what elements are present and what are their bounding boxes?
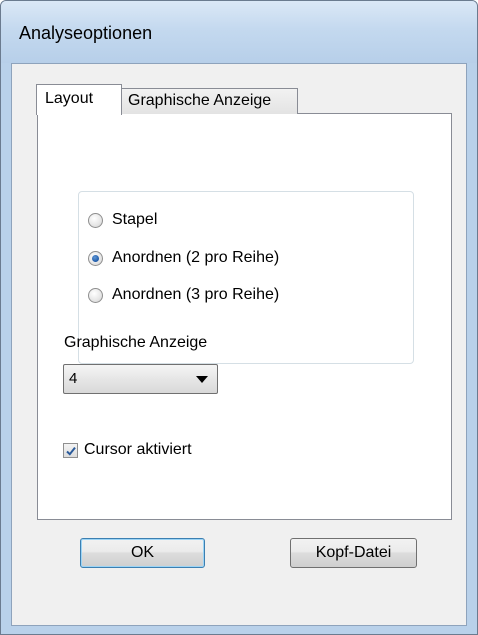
checkmark-icon <box>66 446 76 456</box>
radio-button-selected-icon[interactable] <box>88 250 103 266</box>
graphical-display-select[interactable]: 4 <box>63 364 218 394</box>
graphical-display-label: Graphische Anzeige <box>64 334 208 351</box>
header-file-button-label: Kopf-Datei <box>315 544 392 561</box>
checkbox-checked-icon[interactable] <box>63 442 78 458</box>
radio-arrange-3-label: Anordnen (3 pro Reihe) <box>112 286 280 303</box>
ok-button-label: OK <box>130 544 155 561</box>
radio-stack[interactable]: Stapel <box>88 209 157 231</box>
radio-button-icon[interactable] <box>88 287 103 303</box>
radio-arrange-2-label: Anordnen (2 pro Reihe) <box>112 249 280 266</box>
ok-button[interactable]: OK <box>80 538 205 568</box>
radio-arrange-3-per-row[interactable]: Anordnen (3 pro Reihe) <box>88 284 279 306</box>
tab-layout-label: Layout <box>45 90 94 107</box>
dialog-window: Analyseoptionen Layout Graphische Anzeig… <box>0 0 478 635</box>
radio-arrange-2-per-row[interactable]: Anordnen (2 pro Reihe) <box>88 247 279 269</box>
tab-panel-layout: Stapel Anordnen (2 pro Reihe) Anordnen (… <box>37 113 452 520</box>
cursor-enabled-checkbox[interactable]: Cursor aktiviert <box>63 439 192 461</box>
cursor-enabled-label: Cursor aktiviert <box>84 441 192 458</box>
radio-button-icon[interactable] <box>88 212 103 228</box>
radio-dot-icon <box>92 254 99 262</box>
chevron-down-icon <box>196 376 208 383</box>
tab-graphical-display-label: Graphische Anzeige <box>128 92 272 109</box>
graphical-display-value: 4 <box>69 370 78 387</box>
dialog-body: Layout Graphische Anzeige Stapel Anordne… <box>11 63 467 626</box>
radio-stack-label: Stapel <box>112 211 158 228</box>
window-title: Analyseoptionen <box>19 23 153 43</box>
header-file-button[interactable]: Kopf-Datei <box>290 538 417 568</box>
title-bar[interactable]: Analyseoptionen <box>1 1 477 63</box>
tab-layout[interactable]: Layout <box>36 84 122 115</box>
tab-graphical-display[interactable]: Graphische Anzeige <box>120 88 298 114</box>
